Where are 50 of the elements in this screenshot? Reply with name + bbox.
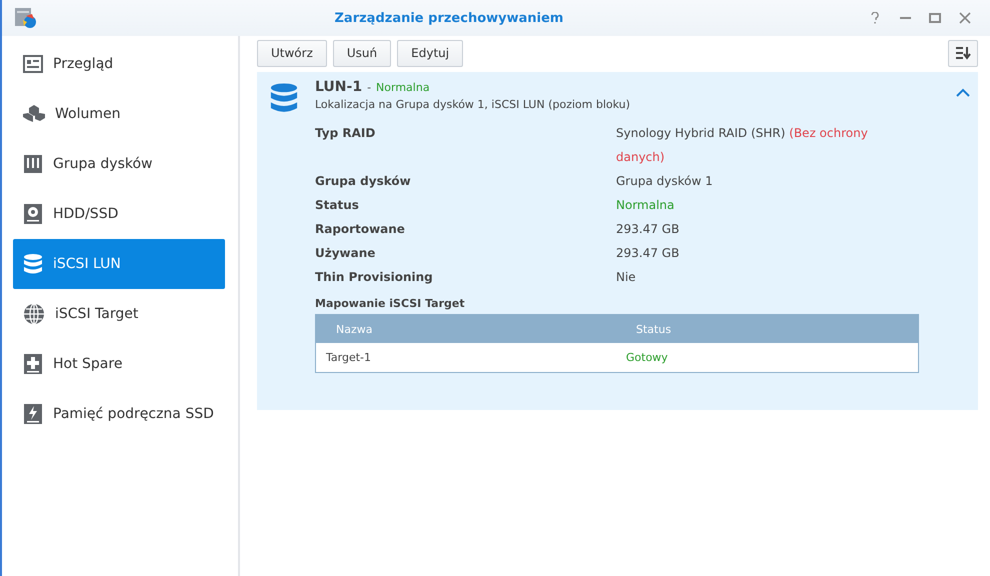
- collapse-button[interactable]: [956, 88, 970, 97]
- toolbar-button[interactable]: Edytuj: [397, 40, 464, 66]
- maximize-icon[interactable]: [929, 13, 941, 23]
- detail-value: Normalna: [616, 197, 676, 214]
- sidebar-item[interactable]: iSCSI Target: [13, 289, 225, 339]
- sidebar-item[interactable]: Przegląd: [13, 39, 225, 89]
- table-cell-text: Target-1: [325, 351, 372, 364]
- sidebar-item[interactable]: Wolumen: [13, 89, 225, 139]
- column-header: Nazwa: [335, 322, 374, 336]
- plus-drive-icon: [23, 353, 43, 375]
- lun-status: Normalna: [376, 81, 430, 94]
- minimize-icon[interactable]: [900, 16, 910, 20]
- section-title: Mapowanie iSCSI Target: [315, 297, 466, 310]
- sort-icon: [955, 46, 971, 60]
- detail-value: 293.47 GB: [616, 221, 680, 238]
- separator: -: [367, 81, 372, 94]
- database-icon: [269, 82, 299, 114]
- help-icon[interactable]: [870, 12, 880, 24]
- detail-label: Thin Provisioning: [315, 269, 434, 286]
- detail-value: Synology Hybrid RAID (SHR) (Bez ochrony danych): [616, 125, 869, 166]
- toolbar-button[interactable]: Usuń: [332, 40, 392, 66]
- detail-label: Używane: [315, 245, 376, 262]
- sort-button[interactable]: [948, 40, 978, 66]
- toolbar-button[interactable]: Utwórz: [257, 40, 327, 66]
- close-icon[interactable]: [959, 12, 971, 24]
- flash-drive-icon: [23, 403, 43, 425]
- database-icon: [23, 253, 43, 275]
- lun-name: LUN-1: [315, 79, 362, 95]
- id-card-icon: [23, 55, 43, 73]
- chevron-icon: [956, 88, 970, 97]
- detail-value: Grupa dysków 1: [616, 173, 714, 190]
- table-cell-text: Gotowy: [625, 351, 669, 364]
- detail-value: 293.47 GB: [616, 245, 680, 262]
- detail-label: Grupa dysków: [315, 173, 412, 190]
- window-title: Zarządzanie przechowywaniem: [334, 10, 564, 26]
- sidebar-item[interactable]: Grupa dysków: [13, 139, 225, 189]
- detail-value: Nie: [616, 269, 637, 286]
- detail-label: Typ RAID: [315, 125, 376, 142]
- lun-location: Lokalizacja na Grupa dysków 1, iSCSI LUN (poziom bloku): [315, 98, 632, 111]
- sidebar-item[interactable]: HDD/SSD: [13, 189, 225, 239]
- sidebar-item[interactable]: Pamięć podręczna SSD: [13, 389, 225, 439]
- cubes-icon: [23, 104, 45, 124]
- disk-group-icon: [23, 154, 43, 174]
- globe-icon: [23, 303, 45, 325]
- column-header: Status: [635, 322, 672, 336]
- sidebar-item[interactable]: iSCSI LUN: [13, 239, 225, 289]
- detail-label: Status: [315, 197, 360, 214]
- detail-label: Raportowane: [315, 221, 406, 238]
- app-logo-icon: [14, 7, 38, 29]
- sidebar-item[interactable]: Hot Spare: [13, 339, 225, 389]
